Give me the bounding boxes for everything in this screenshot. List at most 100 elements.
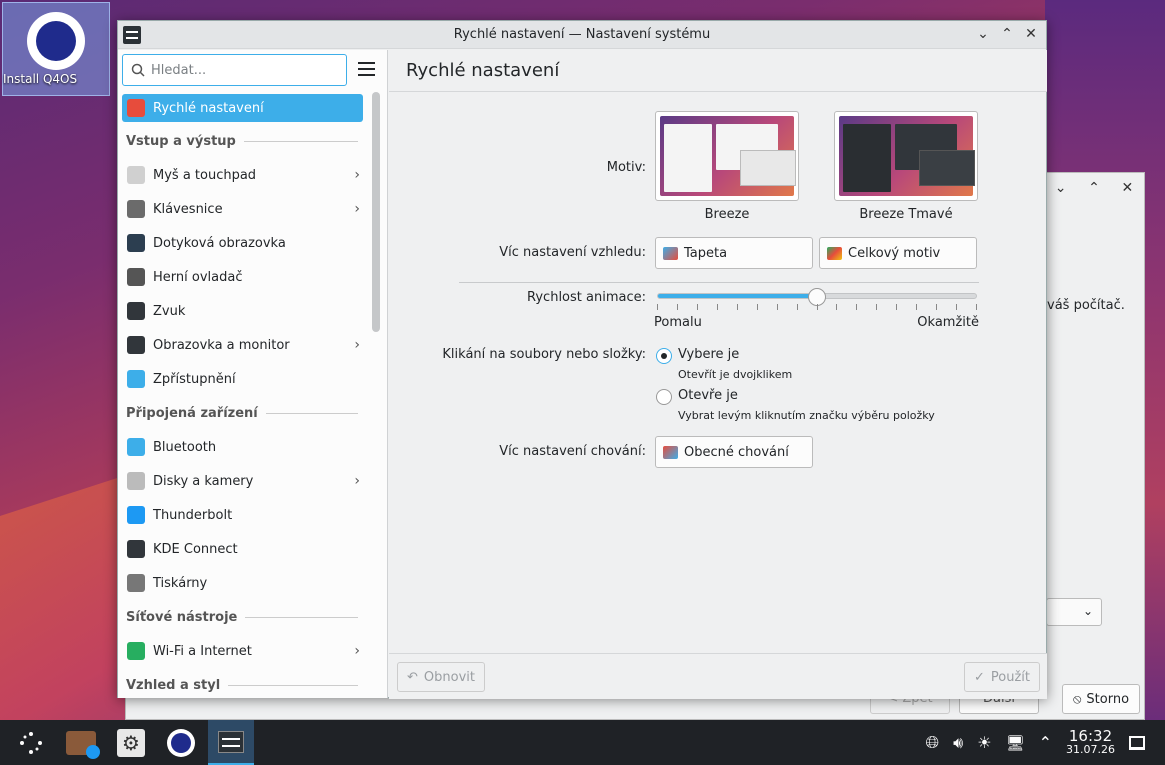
cancel-label: Storno [1086,691,1130,707]
sidebar-item[interactable]: Dotyková obrazovka [118,226,368,260]
minimize-icon[interactable]: ⌄ [974,25,992,43]
sidebar-item-icon [127,506,145,524]
window-title: Rychlé nastavení — Nastavení systému [453,27,711,42]
volume-icon[interactable]: 🔊︎ [953,733,963,753]
radio-open[interactable] [656,389,672,405]
reset-button[interactable]: ↶ Obnovit [397,662,485,692]
global-theme-button[interactable]: Celkový motiv [819,237,977,269]
sidebar-item-icon [127,302,145,320]
brightness-icon[interactable]: ☀ [977,733,991,752]
sidebar-item-label: KDE Connect [153,541,238,557]
quick-settings-content: Motiv: Breeze Breeze Tmavé Víc nastavení… [389,93,1047,653]
close-icon[interactable]: ✕ [1022,25,1040,43]
sidebar-item[interactable]: Herní ovladač [118,260,368,294]
gear-icon: ⚙ [117,728,145,757]
sidebar-item[interactable]: Klávesnice › [118,192,368,226]
sidebar-item[interactable]: Zvuk [118,294,368,328]
sidebar-section-header: Vstup a výstup [118,124,368,158]
sidebar-item-label: Zpřístupnění [153,371,236,387]
chevron-right-icon: › [354,167,360,183]
wallpaper-button[interactable]: Tapeta [655,237,813,269]
sidebar-item-label: Herní ovladač [153,269,243,285]
tray-expand-icon[interactable]: ⌃ [1039,733,1052,752]
sidebar-item[interactable]: Zpřístupnění [118,362,368,396]
general-behavior-button[interactable]: Obecné chování [655,436,813,468]
sidebar-item-icon [127,540,145,558]
taskbar-installer[interactable] [58,720,104,765]
radio-open-hint: Vybrat levým kliknutím značku výběru pol… [678,409,935,422]
show-desktop-icon[interactable] [1129,735,1145,750]
taskbar-q4os[interactable] [158,720,204,765]
sidebar-item-label: Zvuk [153,303,186,319]
sidebar-item-label: Bluetooth [153,439,217,455]
animation-fast-label: Okamžitě [917,315,979,330]
radio-select[interactable] [656,348,672,364]
sidebar-section-header: Vzhled a styl [118,668,368,698]
background-combo[interactable]: ⌄ [1046,598,1102,626]
sidebar-item-icon [127,268,145,286]
animation-speed-label: Rychlost animace: [527,290,646,305]
sidebar-item-label: Disky a kamery [153,473,254,489]
sidebar-section-header: Připojená zařízení [118,396,368,430]
sidebar-item[interactable]: Disky a kamery › [118,464,368,498]
sidebar-item[interactable]: Obrazovka a monitor › [118,328,368,362]
taskbar-system-settings[interactable] [208,720,254,765]
hamburger-menu-icon[interactable] [358,62,375,76]
search-input[interactable]: Hledat... [122,54,347,86]
clock[interactable]: 16:32 31.07.26 [1066,726,1115,757]
window-controls: ⌄ ⌃ ✕ [974,25,1040,43]
desktop-icon-install[interactable]: Install Q4OS [2,2,110,96]
display-icon[interactable]: 🖥︎ [1006,734,1025,752]
undo-icon: ↶ [407,669,418,685]
scrollbar[interactable] [372,92,380,332]
taskbar-settings[interactable]: ⚙ [108,720,154,765]
sidebar-item-label: Obrazovka a monitor [153,337,290,353]
cancel-icon: ⦸ [1072,691,1082,707]
sidebar-item-icon [127,234,145,252]
app-launcher-button[interactable] [8,720,54,765]
animation-slider-fill [658,294,817,298]
sidebar-section-label: Vstup a výstup [126,133,236,149]
reset-label: Obnovit [423,669,475,685]
titlebar[interactable]: Rychlé nastavení — Nastavení systému ⌄ ⌃… [118,21,1046,49]
sidebar-item[interactable]: Wi-Fi a Internet › [118,634,368,668]
background-text: váš počítač. [1047,298,1125,313]
clock-date: 31.07.26 [1066,742,1115,756]
cancel-button[interactable]: ⦸ Storno [1062,684,1140,714]
wallpaper-button-label: Tapeta [684,245,728,261]
sidebar-item[interactable]: Rychlé nastavení [122,94,363,122]
sidebar-item-icon [127,336,145,354]
close-icon[interactable]: ✕ [1121,180,1133,196]
theme-breeze-dark-name: Breeze Tmavé [859,207,953,222]
sidebar-item[interactable]: KDE Connect [118,532,368,566]
briefcase-icon [66,730,100,759]
sidebar-item[interactable]: Tiskárny [118,566,368,600]
sidebar-item-label: Klávesnice [153,201,223,217]
theme-label: Motiv: [606,160,646,175]
chevron-right-icon: › [354,643,360,659]
theme-breeze-thumbnail[interactable] [655,111,799,201]
check-icon: ✓ [973,669,985,685]
chevron-right-icon: › [354,473,360,489]
clock-time: 16:32 [1068,726,1113,745]
general-behavior-icon [663,445,678,459]
breeze-preview [660,116,796,196]
background-window-controls: ⌄ ⌃ ✕ [1044,173,1144,203]
network-globe-icon[interactable]: 🌐︎ [926,733,940,753]
slider-ticks [657,304,977,310]
radio-select-label: Vybere je [678,347,740,362]
behavior-label: Víc nastavení chování: [499,444,646,459]
sidebar-item[interactable]: Thunderbolt [118,498,368,532]
sidebar-item[interactable]: Myš a touchpad › [118,158,368,192]
settings-window: Rychlé nastavení — Nastavení systému ⌄ ⌃… [117,20,1047,699]
appearance-label: Víc nastavení vzhledu: [499,245,646,260]
minimize-icon[interactable]: ⌄ [1055,180,1067,196]
sidebar-section-header: Síťové nástroje [118,600,368,634]
sidebar-item[interactable]: Bluetooth [118,430,368,464]
maximize-icon[interactable]: ⌃ [998,25,1016,43]
search-placeholder: Hledat... [151,62,207,78]
maximize-icon[interactable]: ⌃ [1088,180,1100,196]
apply-button[interactable]: ✓ Použít [963,662,1040,692]
settings-app-icon [123,26,141,44]
theme-breeze-dark-thumbnail[interactable] [834,111,978,201]
